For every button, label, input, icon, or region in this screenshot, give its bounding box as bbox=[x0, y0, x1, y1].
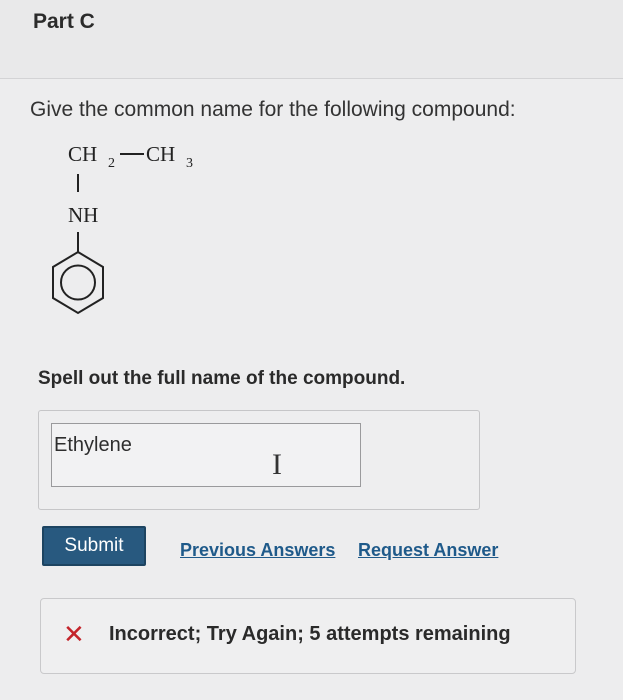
nh-label: NH bbox=[68, 203, 98, 227]
ch2-subscript: 2 bbox=[108, 156, 115, 171]
instruction-text: Spell out the full name of the compound. bbox=[38, 368, 406, 389]
part-header: Part C bbox=[0, 0, 623, 79]
feedback-panel: ✕ Incorrect; Try Again; 5 attempts remai… bbox=[40, 598, 576, 674]
compound-structure: CH 2 CH 3 NH bbox=[52, 142, 193, 315]
answer-container: Ethylene bbox=[38, 410, 480, 510]
part-title: Part C bbox=[33, 10, 95, 33]
answer-input[interactable]: Ethylene bbox=[51, 423, 361, 487]
text-cursor-icon: I bbox=[272, 448, 282, 481]
request-answer-link[interactable]: Request Answer bbox=[358, 540, 498, 561]
question-prompt: Give the common name for the following c… bbox=[30, 98, 516, 121]
incorrect-x-icon: ✕ bbox=[63, 619, 85, 649]
feedback-status-text: Incorrect; Try Again; 5 attempts remaini… bbox=[109, 623, 511, 645]
aromatic-circle bbox=[60, 264, 96, 301]
ch2-label: CH bbox=[68, 142, 97, 166]
ch3-subscript: 3 bbox=[186, 156, 193, 171]
ch3-label: CH bbox=[146, 142, 175, 166]
previous-answers-link[interactable]: Previous Answers bbox=[180, 540, 335, 561]
submit-button[interactable]: Submit bbox=[42, 526, 146, 566]
